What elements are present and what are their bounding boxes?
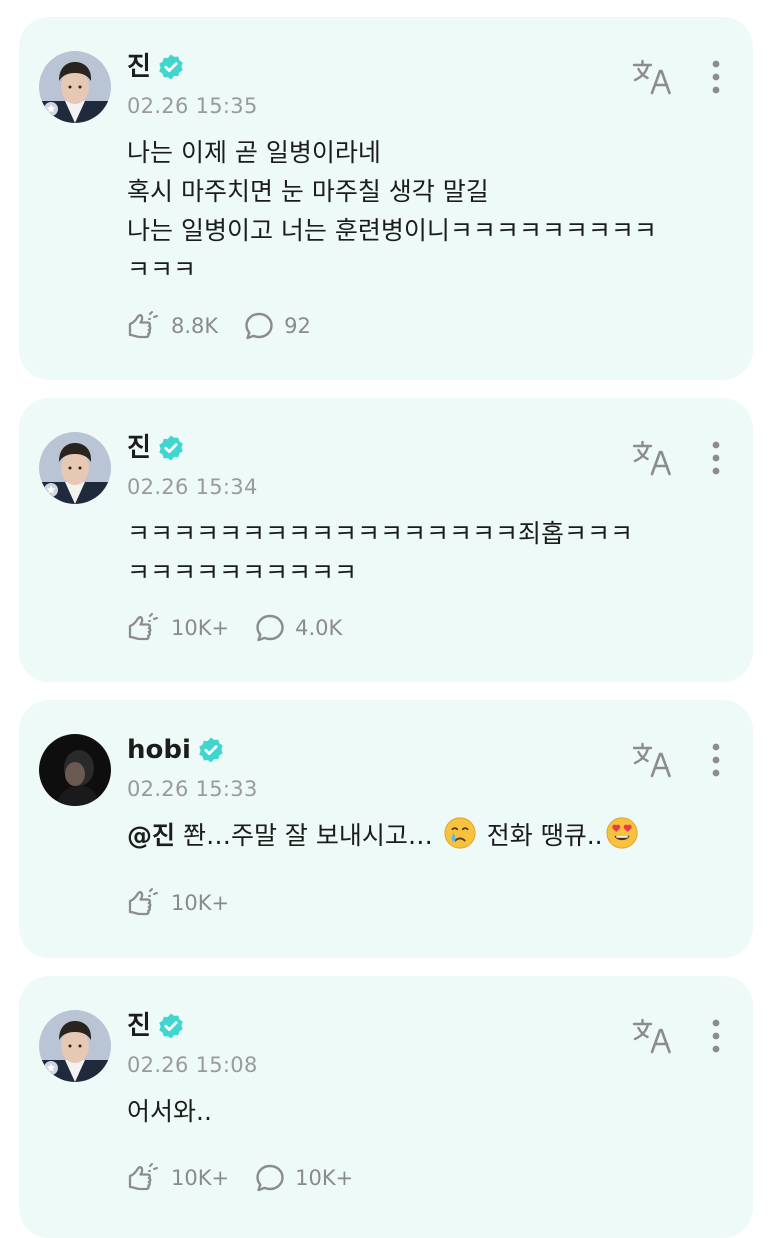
comment-button[interactable]: 92	[244, 311, 311, 341]
like-icon	[127, 1163, 161, 1193]
verified-badge-icon	[197, 736, 225, 764]
like-count: 10K+	[171, 891, 230, 915]
comment-button[interactable]: 10K+	[255, 1163, 353, 1193]
post-line: 나는 일병이고 너는 훈련병이니ㅋㅋㅋㅋㅋㅋㅋㅋㅋ	[127, 216, 657, 245]
post-line: ㅋㅋㅋㅋㅋㅋㅋㅋㅋㅋㅋㅋㅋㅋㅋㅋㅋ죄홉ㅋㅋㅋ	[127, 519, 634, 548]
post-timestamp: 02.26 15:35	[127, 94, 258, 118]
jin-profile-photo-icon	[39, 1010, 111, 1082]
post-line: 어서와..	[127, 1097, 212, 1126]
like-icon	[127, 311, 161, 341]
crying-face-emoji-icon	[443, 816, 477, 850]
post-body: 어서와..	[127, 1092, 729, 1131]
comment-count: 10K+	[295, 1166, 354, 1190]
heart-eyes-emoji-icon	[605, 816, 639, 850]
post-line: ㅋㅋㅋ	[127, 255, 197, 284]
comment-icon	[255, 613, 285, 643]
avatar[interactable]	[39, 734, 111, 806]
author-name[interactable]: 진	[127, 1010, 185, 1042]
like-button[interactable]: 10K+	[127, 888, 229, 918]
author-label: 진	[127, 1011, 151, 1041]
post-timestamp: 02.26 15:33	[127, 777, 258, 801]
post-timestamp: 02.26 15:08	[127, 1053, 258, 1077]
more-options-icon[interactable]	[709, 59, 723, 95]
avatar[interactable]	[39, 1010, 111, 1082]
like-icon	[127, 613, 161, 643]
post-line: ㅋㅋㅋㅋㅋㅋㅋㅋㅋㅋ	[127, 558, 358, 587]
post-text: 전화 땡큐..	[478, 821, 603, 850]
like-button[interactable]: 10K+	[127, 613, 229, 643]
post-card[interactable]: hobi 02.26 15:33 @진 쫜…주말 잘 보내시고… 전화 땡큐..…	[19, 700, 753, 958]
author-name[interactable]: hobi	[127, 734, 225, 766]
author-name[interactable]: 진	[127, 432, 185, 464]
avatar[interactable]	[39, 51, 111, 123]
comment-icon	[255, 1163, 285, 1193]
post-line: 혹시 마주치면 눈 마주칠 생각 말길	[127, 177, 489, 206]
more-options-icon[interactable]	[709, 1018, 723, 1054]
more-options-icon[interactable]	[709, 742, 723, 778]
post-timestamp: 02.26 15:34	[127, 475, 258, 499]
avatar[interactable]	[39, 432, 111, 504]
jin-profile-photo-icon	[39, 51, 111, 123]
author-name[interactable]: 진	[127, 51, 185, 83]
translate-icon[interactable]	[631, 438, 675, 478]
post-card[interactable]: 진 02.26 15:08 어서와.. 10K+ 10K+	[19, 976, 753, 1238]
post-card[interactable]: 진 02.26 15:35 나는 이제 곧 일병이라네 혹시 마주치면 눈 마주…	[19, 17, 753, 380]
post-line: 나는 이제 곧 일병이라네	[127, 138, 381, 167]
mention-link[interactable]: @진	[127, 821, 175, 850]
comment-icon	[244, 311, 274, 341]
like-button[interactable]: 10K+	[127, 1163, 229, 1193]
more-options-icon[interactable]	[709, 440, 723, 476]
author-label: 진	[127, 433, 151, 463]
post-body: 나는 이제 곧 일병이라네 혹시 마주치면 눈 마주칠 생각 말길 나는 일병이…	[127, 133, 729, 289]
like-icon	[127, 888, 161, 918]
comment-count: 92	[284, 314, 311, 338]
like-count: 10K+	[171, 1166, 230, 1190]
comment-count: 4.0K	[295, 616, 343, 640]
post-card[interactable]: 진 02.26 15:34 ㅋㅋㅋㅋㅋㅋㅋㅋㅋㅋㅋㅋㅋㅋㅋㅋㅋ죄홉ㅋㅋㅋ ㅋㅋㅋ…	[19, 398, 753, 682]
post-text: 쫜…주말 잘 보내시고…	[175, 821, 441, 850]
post-body: ㅋㅋㅋㅋㅋㅋㅋㅋㅋㅋㅋㅋㅋㅋㅋㅋㅋ죄홉ㅋㅋㅋ ㅋㅋㅋㅋㅋㅋㅋㅋㅋㅋ	[127, 514, 729, 592]
author-label: hobi	[127, 735, 191, 765]
translate-icon[interactable]	[631, 1016, 675, 1056]
translate-icon[interactable]	[631, 740, 675, 780]
post-body: @진 쫜…주말 잘 보내시고… 전화 땡큐..	[127, 816, 729, 855]
verified-badge-icon	[157, 434, 185, 462]
verified-badge-icon	[157, 53, 185, 81]
post-stats: 8.8K 92	[127, 311, 337, 341]
hobi-profile-photo-icon	[39, 734, 111, 806]
comment-button[interactable]: 4.0K	[255, 613, 342, 643]
jin-profile-photo-icon	[39, 432, 111, 504]
post-stats: 10K+ 4.0K	[127, 613, 368, 643]
translate-icon[interactable]	[631, 57, 675, 97]
post-line: @진 쫜…주말 잘 보내시고… 전화 땡큐..	[127, 816, 729, 855]
author-label: 진	[127, 52, 151, 82]
like-count: 10K+	[171, 616, 230, 640]
like-count: 8.8K	[171, 314, 219, 338]
verified-badge-icon	[157, 1012, 185, 1040]
post-stats: 10K+	[127, 888, 255, 918]
post-stats: 10K+ 10K+	[127, 1163, 379, 1193]
like-button[interactable]: 8.8K	[127, 311, 218, 341]
